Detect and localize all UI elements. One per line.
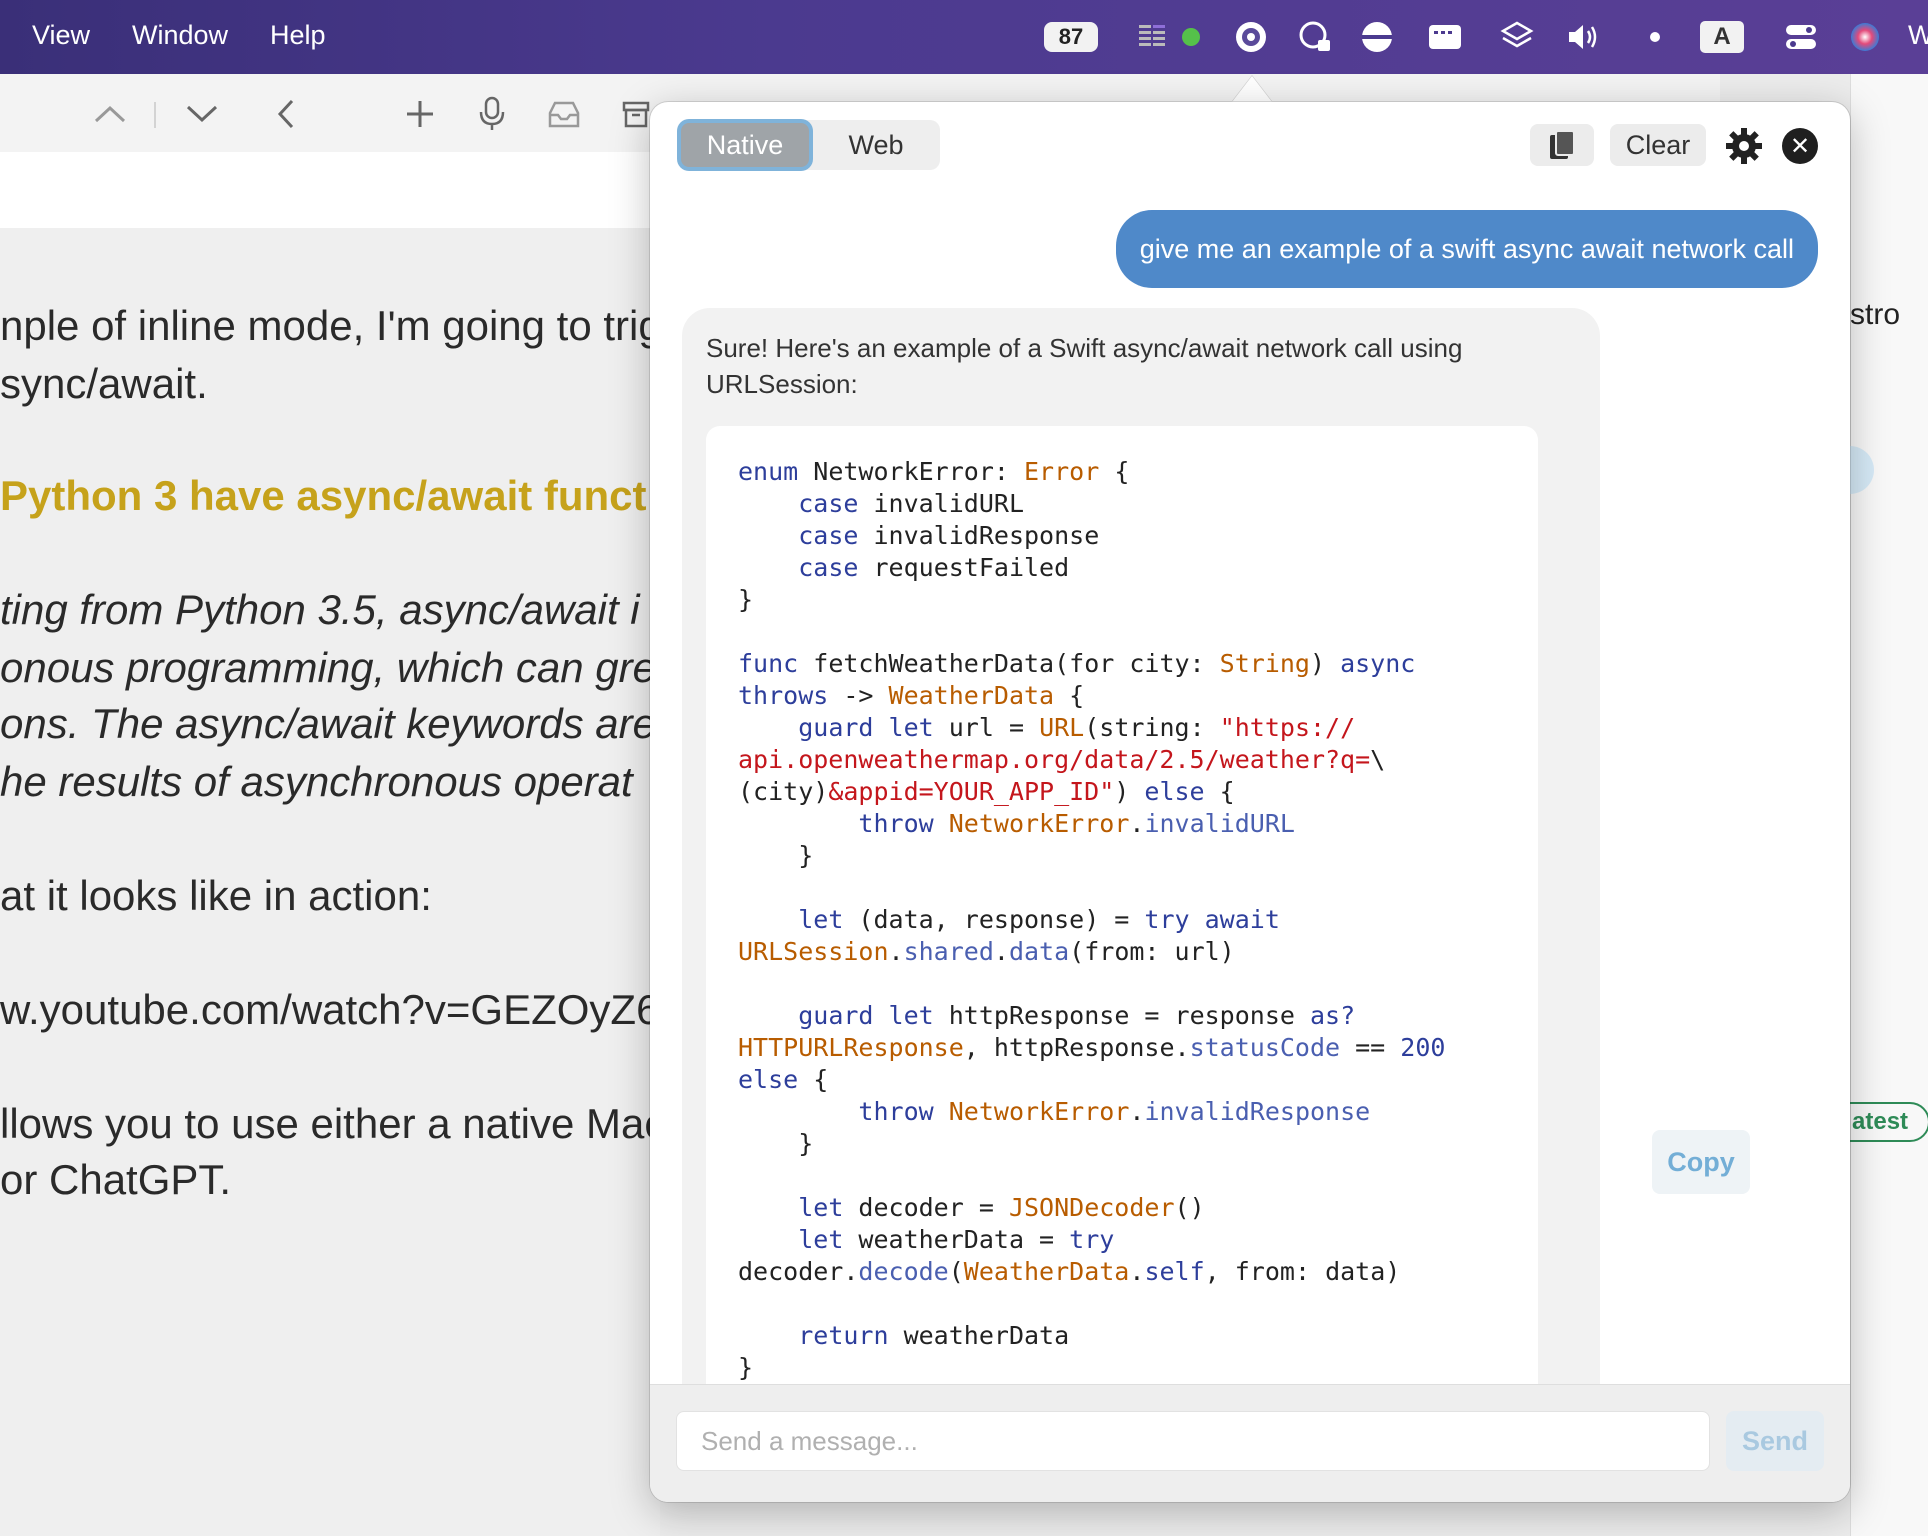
- send-button[interactable]: Send: [1726, 1411, 1824, 1471]
- menu-view[interactable]: View: [32, 20, 90, 51]
- mode-segmented-control: Native Web: [678, 120, 940, 170]
- gear-icon[interactable]: [1722, 124, 1766, 168]
- inbox-icon[interactable]: [542, 92, 586, 136]
- menu-help[interactable]: Help: [270, 20, 326, 51]
- doc-line: nple of inline mode, I'm going to trig: [0, 302, 660, 349]
- layers-icon[interactable]: [1498, 18, 1536, 56]
- stats-icon[interactable]: [1134, 18, 1172, 56]
- user-message-bubble: give me an example of a swift async awai…: [1115, 210, 1818, 288]
- close-icon[interactable]: ✕: [1782, 128, 1818, 164]
- volume-icon[interactable]: [1564, 18, 1602, 56]
- toolbar-divider: [154, 102, 156, 128]
- menu-trailing-label: W: [1908, 20, 1928, 50]
- theme-toggle-icon[interactable]: [1358, 18, 1396, 56]
- menu-window[interactable]: Window: [132, 20, 228, 51]
- composer-bar: Send: [650, 1384, 1850, 1502]
- clear-button[interactable]: Clear: [1610, 124, 1706, 166]
- plus-icon[interactable]: [398, 92, 442, 136]
- doc-line: or ChatGPT.: [0, 1156, 232, 1203]
- control-center-icon[interactable]: [1782, 18, 1820, 56]
- chevron-up-icon[interactable]: [88, 92, 132, 136]
- microphone-icon[interactable]: [470, 92, 514, 136]
- code-block: enum NetworkError: Error { case invalidU…: [706, 426, 1538, 1502]
- doc-link[interactable]: w.youtube.com/watch?v=GEZOyZ6: [0, 986, 659, 1034]
- background-document: nple of inline mode, I'm going to trig s…: [0, 228, 660, 1536]
- back-icon[interactable]: [264, 92, 308, 136]
- tab-native[interactable]: Native: [681, 123, 809, 167]
- copy-code-button[interactable]: Copy: [1652, 1130, 1750, 1194]
- doc-line: ting from Python 3.5, async/await i: [0, 586, 640, 633]
- background-right-text: stro: [1850, 298, 1901, 331]
- doc-line: at it looks like in action:: [0, 872, 432, 919]
- assistant-message-bubble: Sure! Here's an example of a Swift async…: [682, 308, 1600, 1502]
- dot-icon: [1636, 18, 1674, 56]
- clipboard-icon: [1550, 130, 1575, 159]
- popover-arrow: [1232, 76, 1272, 102]
- chat-app-icon[interactable]: [1232, 18, 1270, 56]
- siri-icon[interactable]: [1846, 18, 1884, 56]
- window-manager-icon[interactable]: [1426, 18, 1464, 56]
- copy-conversation-button[interactable]: [1530, 124, 1594, 166]
- tab-web[interactable]: Web: [812, 120, 940, 170]
- doc-line: onous programming, which can gre: [0, 644, 657, 691]
- doc-line: llows you to use either a native Mac: [0, 1100, 660, 1147]
- chat-popover: Native Web Clear ✕ give me an example of…: [650, 102, 1850, 1502]
- doc-line: sync/await.: [0, 360, 208, 407]
- doc-heading: Python 3 have async/await funct: [0, 472, 647, 519]
- doc-line: he results of asynchronous operat: [0, 758, 633, 805]
- chevron-down-icon[interactable]: [180, 92, 224, 136]
- input-source-icon[interactable]: A: [1700, 21, 1744, 53]
- background-header-strip: [0, 152, 660, 228]
- code-content: enum NetworkError: Error { case invalidU…: [738, 457, 1446, 1382]
- battery-indicator[interactable]: 87: [1044, 22, 1098, 52]
- assistant-intro-text: Sure! Here's an example of a Swift async…: [706, 333, 1463, 399]
- menu-bar: View Window Help 87 A W: [0, 0, 1928, 74]
- background-right-pane: [1850, 74, 1928, 1536]
- message-input[interactable]: [676, 1411, 1710, 1471]
- doc-line: ons. The async/await keywords are: [0, 700, 656, 747]
- status-dot-icon: [1182, 28, 1200, 46]
- vpn-lock-icon[interactable]: [1296, 18, 1334, 56]
